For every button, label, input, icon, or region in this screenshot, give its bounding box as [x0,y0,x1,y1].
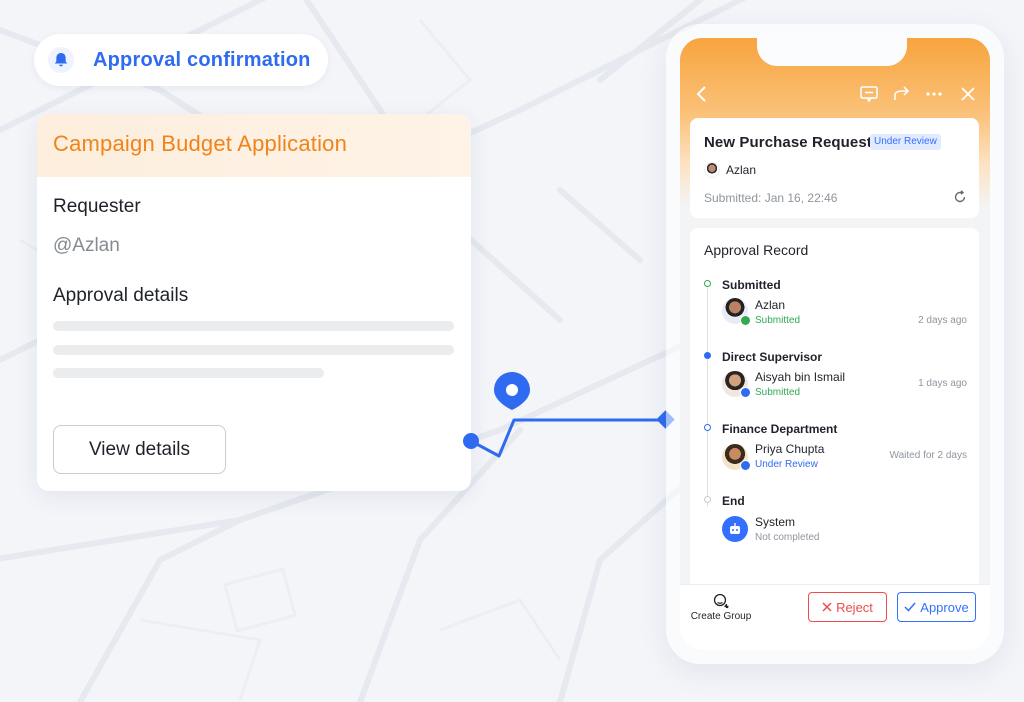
person-name: System [755,515,796,529]
person-status: Submitted [755,387,801,398]
person-name: Aisyah bin Ismail [755,370,846,384]
step-time: 1 days ago [918,378,967,389]
step-dot [704,424,711,431]
step-dot [704,280,711,287]
create-group-icon [688,593,754,611]
approval-record-card: Approval Record Submitted Azlan Submitte… [690,228,979,588]
create-group-button[interactable]: Create Group [688,593,754,622]
campaign-budget-card: Campaign Budget Application Requester @A… [37,114,471,491]
create-group-label: Create Group [690,611,752,622]
submitted-time: Submitted: Jan 16, 22:46 [704,191,838,205]
card-header: Campaign Budget Application [37,114,471,177]
share-icon[interactable] [891,84,913,104]
bell-icon [43,42,79,78]
placeholder-line [53,321,454,331]
person-status: Submitted [755,315,801,326]
phone-screen: New Purchase Request Under Review Azlan … [680,38,990,650]
person-status: Not completed [755,532,820,543]
requester-name: Azlan [726,163,757,177]
step-name: End [722,494,745,508]
check-icon [740,315,751,326]
back-icon[interactable] [692,84,712,104]
requester: Azlan [704,162,756,178]
clock-icon [740,460,751,471]
view-details-button[interactable]: View details [53,425,226,474]
approve-button[interactable]: Approve [897,592,976,622]
person-status: Under Review [755,459,818,470]
check-icon [904,602,916,612]
record-title: Approval Record [704,242,809,258]
reject-label: Reject [836,599,873,615]
request-title: New Purchase Request [704,134,872,151]
requester-label: Requester [53,196,141,217]
reject-button[interactable]: Reject [808,592,887,622]
step-name: Direct Supervisor [722,350,823,364]
approval-notification: Approval confirmation [34,34,328,86]
close-icon [822,602,832,612]
step-time: 2 days ago [918,315,967,326]
comment-icon[interactable] [858,84,880,104]
step-name: Finance Department [722,422,838,436]
card-title: Campaign Budget Application [53,131,348,156]
purchase-request-card: New Purchase Request Under Review Azlan … [690,118,979,218]
step-name: Submitted [722,278,781,292]
action-footer: Create Group Reject Approve [680,584,990,650]
avatar [704,162,720,178]
robot-icon [722,516,748,542]
requester-value: @Azlan [53,235,120,256]
notification-title: Approval confirmation [93,48,311,71]
close-icon[interactable] [958,84,978,104]
status-badge: Under Review [870,134,941,150]
placeholder-line [53,345,454,355]
step-dot [704,352,711,359]
step-dot [704,496,711,503]
approve-label: Approve [920,599,969,615]
step-time: Waited for 2 days [889,450,967,461]
clock-icon [740,387,751,398]
person-name: Priya Chupta [755,442,825,456]
more-icon[interactable] [923,84,945,104]
refresh-icon[interactable] [953,190,967,209]
placeholder-line [53,368,324,378]
approval-details-label: Approval details [53,285,189,306]
person-name: Azlan [755,298,786,312]
